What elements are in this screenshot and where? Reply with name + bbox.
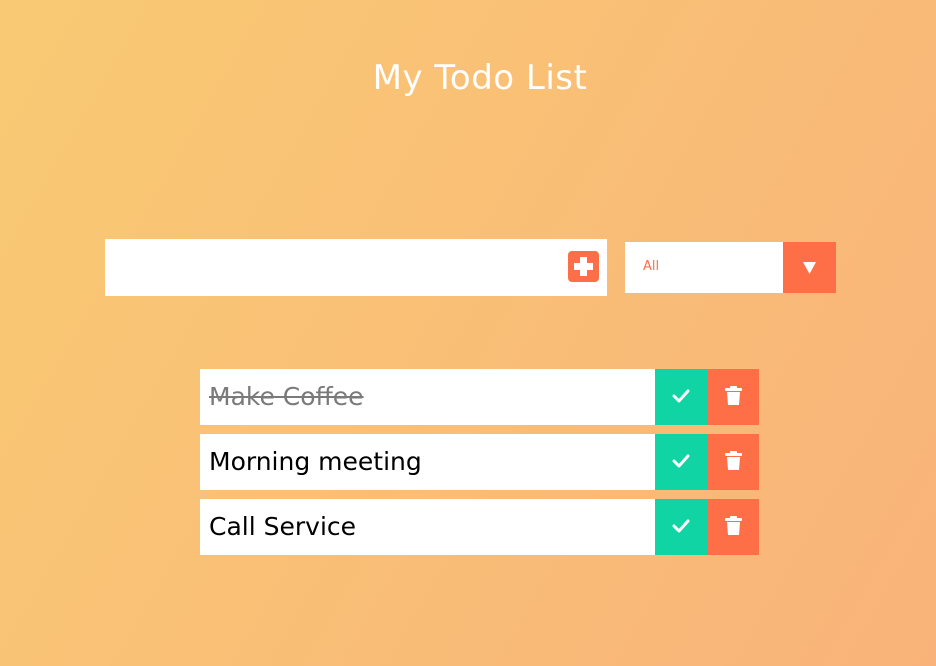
todo-text: Morning meeting bbox=[209, 447, 422, 476]
check-icon bbox=[672, 519, 690, 533]
complete-button[interactable] bbox=[655, 369, 708, 425]
complete-button[interactable] bbox=[655, 499, 708, 555]
check-icon bbox=[672, 389, 690, 403]
todo-input[interactable] bbox=[105, 239, 555, 296]
delete-button[interactable] bbox=[708, 434, 759, 490]
delete-button[interactable] bbox=[708, 499, 759, 555]
todo-item: Call Service bbox=[200, 499, 759, 555]
check-icon bbox=[672, 454, 690, 468]
add-todo-button[interactable] bbox=[568, 251, 599, 282]
filter-dropdown-button[interactable] bbox=[783, 242, 836, 293]
filter-selected-value: All bbox=[643, 259, 660, 274]
page-title: My Todo List bbox=[372, 58, 588, 98]
trash-icon bbox=[725, 516, 742, 535]
todo-item: Make Coffee bbox=[200, 369, 759, 425]
complete-button[interactable] bbox=[655, 434, 708, 490]
todo-text: Make Coffee bbox=[209, 382, 364, 411]
trash-icon bbox=[725, 386, 742, 405]
todo-item: Morning meeting bbox=[200, 434, 759, 490]
todo-list: Make Coffee Morning meeting Call Service bbox=[200, 369, 759, 564]
trash-icon bbox=[725, 451, 742, 470]
todo-input-container bbox=[105, 239, 607, 296]
caret-down-icon bbox=[803, 262, 816, 274]
filter-select[interactable]: All bbox=[625, 242, 836, 293]
todo-text: Call Service bbox=[209, 512, 357, 541]
delete-button[interactable] bbox=[708, 369, 759, 425]
